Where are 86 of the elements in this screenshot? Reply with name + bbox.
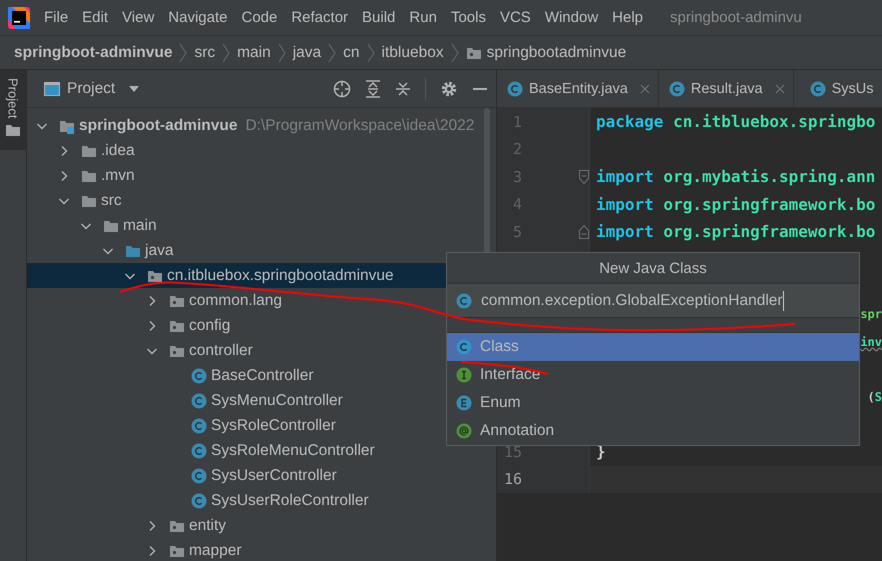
- code-line: import org.springframework.bo: [596, 222, 876, 242]
- breadcrumb[interactable]: itbluebox: [382, 44, 444, 62]
- panel-icon: [44, 80, 60, 96]
- code-line: import org.springframework.bo: [596, 194, 876, 214]
- menu-item[interactable]: Tools: [444, 4, 493, 30]
- menu-item[interactable]: File: [37, 4, 76, 30]
- tree-item[interactable]: controller: [27, 338, 253, 363]
- tree-item[interactable]: common.lang: [27, 288, 282, 313]
- text-cursor: [782, 290, 784, 311]
- tree-item[interactable]: SysUserController: [27, 463, 337, 488]
- enum-icon: [456, 394, 472, 411]
- class-icon: [456, 338, 472, 355]
- editor-tab[interactable]: SysUs: [794, 70, 882, 107]
- chevron-icon: [366, 42, 376, 62]
- tree-item[interactable]: SysRoleMenuController: [27, 438, 375, 463]
- code-line: (S: [868, 390, 882, 404]
- menu-item[interactable]: VCS: [492, 4, 538, 30]
- code-line: package cn.itbluebox.springbo: [596, 112, 876, 132]
- name-field[interactable]: common.exception.GlobalExceptionHandler: [447, 284, 859, 318]
- menu-item[interactable]: Window: [538, 4, 606, 30]
- settings-icon[interactable]: [440, 80, 458, 98]
- tree-item[interactable]: main: [27, 213, 157, 238]
- view-selector[interactable]: Project: [44, 80, 140, 98]
- tree-item[interactable]: entity: [27, 513, 226, 538]
- breadcrumb[interactable]: springbootadminvue: [466, 44, 626, 62]
- menu-item[interactable]: View: [115, 4, 162, 30]
- tree-item[interactable]: mapper: [27, 538, 242, 561]
- line-number: 16: [502, 470, 522, 488]
- chevron-icon: [327, 42, 338, 62]
- tree-item[interactable]: src: [27, 188, 122, 213]
- caret-icon: [128, 84, 140, 92]
- kind-option[interactable]: Enum: [447, 388, 859, 417]
- menu-item[interactable]: Edit: [75, 4, 116, 30]
- tree-item[interactable]: SysRoleController: [27, 413, 336, 438]
- fold-marker-icon[interactable]: [579, 170, 589, 184]
- collapse-all-icon[interactable]: [395, 80, 411, 98]
- menu-item[interactable]: Navigate: [161, 4, 234, 30]
- tree-item[interactable]: SysUserRoleController: [27, 488, 369, 513]
- editor-tab[interactable]: BaseEntity.java: [497, 70, 659, 107]
- menu-item[interactable]: Refactor: [284, 4, 356, 30]
- menu-item[interactable]: Run: [402, 4, 444, 30]
- menu-item[interactable]: Build: [355, 4, 402, 30]
- app-logo-icon: [8, 6, 30, 28]
- code-line: inv: [860, 334, 882, 349]
- tree-item[interactable]: SysMenuController: [27, 388, 343, 413]
- class-icon: [191, 442, 207, 458]
- tree-item[interactable]: springboot-adminvue D:\ProgramWorkspace\idea\2022: [27, 113, 474, 138]
- code-line: import org.mybatis.spring.ann: [596, 167, 876, 186]
- class-icon: [191, 492, 207, 508]
- breadcrumb[interactable]: src: [194, 44, 216, 62]
- kind-option[interactable]: Annotation: [447, 416, 859, 445]
- editor-tab[interactable]: Result.java: [658, 70, 794, 107]
- tree-item[interactable]: .idea: [27, 138, 135, 163]
- class-icon: [668, 80, 685, 96]
- folder-icon: [6, 124, 20, 136]
- breadcrumb[interactable]: springboot-adminvue: [14, 44, 172, 62]
- tool-window-button[interactable]: Project: [0, 70, 26, 150]
- annotation-icon: [456, 422, 472, 439]
- breadcrumb[interactable]: main: [237, 44, 271, 62]
- chevron-icon: [178, 42, 188, 62]
- chevron-icon: [221, 42, 232, 62]
- class-icon: [191, 468, 207, 484]
- kind-option[interactable]: Interface: [447, 360, 859, 389]
- code-line: spr: [860, 307, 882, 322]
- class-icon: [191, 418, 207, 434]
- window-title: springboot-adminvu: [670, 9, 802, 26]
- tree-item[interactable]: .mvn: [27, 163, 135, 188]
- tree-item[interactable]: config: [27, 313, 230, 338]
- class-icon: [456, 292, 472, 309]
- menu-item[interactable]: Help: [605, 4, 650, 30]
- class-icon: [507, 80, 523, 96]
- class-icon: [810, 80, 826, 96]
- fold-marker-icon[interactable]: [579, 224, 589, 239]
- class-icon: [191, 392, 207, 408]
- breadcrumb[interactable]: cn: [343, 44, 360, 62]
- chevron-icon: [450, 42, 460, 62]
- breadcrumb[interactable]: java: [292, 44, 322, 62]
- tree-item[interactable]: BaseController: [27, 363, 314, 388]
- interface-icon: [456, 366, 472, 383]
- menu-item[interactable]: Code: [234, 4, 284, 30]
- crosshair-icon[interactable]: [333, 80, 351, 98]
- chevron-icon: [276, 42, 287, 62]
- project-path: D:\ProgramWorkspace\idea\2022: [245, 116, 474, 134]
- class-icon: [191, 368, 207, 384]
- tree-item[interactable]: java: [27, 238, 174, 263]
- expand-all-icon[interactable]: [365, 80, 381, 98]
